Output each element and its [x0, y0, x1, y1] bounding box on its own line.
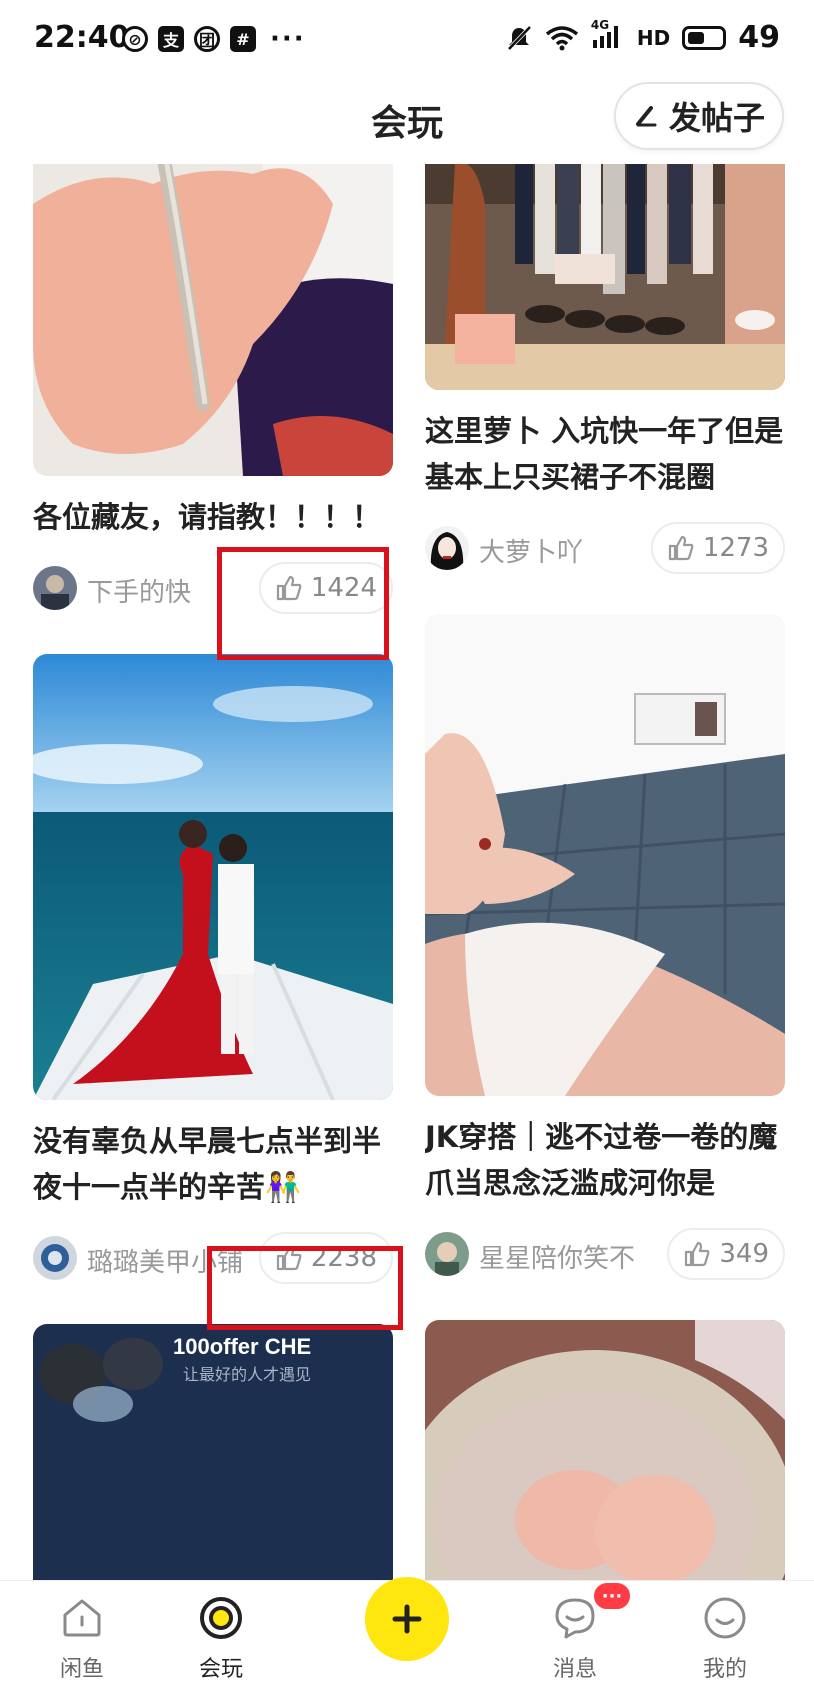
- like-button[interactable]: 1424: [258, 562, 393, 614]
- post-card[interactable]: [425, 1320, 785, 1580]
- bottom-nav: 闲鱼 会玩 消息 ··· 我的: [0, 1577, 814, 1692]
- battery-icon: [682, 25, 727, 50]
- post-footer: 大萝卜吖 1273: [425, 522, 785, 574]
- message-icon: [555, 1598, 595, 1639]
- grid-icon: #: [230, 26, 256, 52]
- post-image-couple-yacht[interactable]: [33, 654, 393, 1100]
- post-image-earbuds[interactable]: 100offer CHE 让最好的人才遇见: [33, 1324, 393, 1580]
- signal-indicator: 4G: [591, 18, 625, 54]
- author-name[interactable]: 大萝卜吖: [479, 532, 583, 569]
- post-footer: 下手的快 1424: [33, 562, 393, 614]
- status-time: 22:40: [34, 20, 130, 55]
- avatar[interactable]: [425, 526, 469, 570]
- thumbs-up-icon: [276, 1245, 302, 1271]
- status-more: ···: [270, 24, 306, 54]
- battery-percent: 49: [738, 20, 780, 55]
- post-card[interactable]: JK穿搭｜逃不过卷一卷的魔爪当思念泛滥成河你是 星星陪你笑不 349: [425, 614, 785, 1280]
- thumbs-up-icon: [685, 1241, 710, 1267]
- post-button[interactable]: 发帖子: [614, 82, 784, 150]
- post-button-label: 发帖子: [668, 99, 765, 137]
- nav-item-play[interactable]: 会玩: [166, 1595, 276, 1683]
- mousepad-brand-text: 100offer CHE: [173, 1334, 311, 1359]
- network-label: 4G: [590, 17, 610, 32]
- do-not-disturb-icon: ⊘: [122, 26, 148, 52]
- like-button[interactable]: 2238: [258, 1232, 393, 1284]
- nav-label: 消息: [552, 1657, 597, 1682]
- group-icon: 团: [194, 26, 220, 52]
- post-title[interactable]: 没有辜负从早晨七点半到半夜十一点半的辛苦👫: [33, 1118, 393, 1210]
- nav-label: 会玩: [198, 1657, 243, 1682]
- author-name[interactable]: 星星陪你笑不: [479, 1238, 635, 1275]
- plus-icon: [392, 1604, 422, 1634]
- status-right: 4G HD 49: [505, 18, 780, 55]
- post-card[interactable]: 没有辜负从早晨七点半到半夜十一点半的辛苦👫 璐璐美甲小铺 2238: [33, 654, 393, 1284]
- nav-item-profile[interactable]: 我的: [670, 1595, 780, 1683]
- status-bar: 22:40 ⊘ 支 团 # ··· 4G HD 49: [0, 0, 814, 80]
- post-image-wardrobe[interactable]: [425, 164, 785, 390]
- avatar[interactable]: [33, 1236, 77, 1280]
- author-name[interactable]: 璐璐美甲小铺: [87, 1242, 243, 1279]
- like-count: 2238: [310, 1243, 377, 1273]
- post-title[interactable]: JK穿搭｜逃不过卷一卷的魔爪当思念泛滥成河你是: [425, 1114, 785, 1206]
- like-count: 1424: [310, 573, 377, 603]
- pay-icon: 支: [158, 26, 184, 52]
- wifi-icon: [545, 25, 578, 50]
- avatar[interactable]: [425, 1232, 469, 1276]
- post-image-stone-bowl[interactable]: [425, 1320, 785, 1580]
- post-title[interactable]: 各位藏友，请指教！！！！: [33, 494, 393, 540]
- author-name[interactable]: 下手的快: [87, 572, 191, 609]
- post-title[interactable]: 这里萝卜 入坑快一年了但是基本上只买裙子不混圈: [425, 408, 785, 500]
- battery-level: [688, 31, 704, 44]
- like-button[interactable]: 1273: [650, 522, 785, 574]
- home-icon: [63, 1599, 101, 1637]
- post-image-hand-fish[interactable]: [33, 164, 393, 476]
- play-icon: [200, 1597, 242, 1639]
- post-feed[interactable]: 各位藏友，请指教！！！！ 下手的快 1424 没有辜负从早晨七点半到半夜十一点半…: [0, 164, 814, 1580]
- like-count: 1273: [702, 533, 769, 563]
- avatar[interactable]: [33, 566, 77, 610]
- post-card[interactable]: 这里萝卜 入坑快一年了但是基本上只买裙子不混圈 大萝卜吖 1273: [425, 164, 785, 574]
- feed-column-right: 这里萝卜 入坑快一年了但是基本上只买裙子不混圈 大萝卜吖 1273 JK穿搭｜逃…: [425, 164, 785, 1580]
- post-footer: 星星陪你笑不 349: [425, 1228, 785, 1280]
- header: 会玩 发帖子: [0, 80, 814, 164]
- pen-icon: [635, 106, 657, 127]
- nav-item-home[interactable]: 闲鱼: [27, 1595, 137, 1683]
- thumbs-up-icon: [668, 535, 694, 561]
- publish-button[interactable]: [365, 1577, 449, 1661]
- hd-label: HD: [636, 25, 671, 50]
- nav-label: 闲鱼: [59, 1657, 104, 1682]
- mousepad-slogan-text: 让最好的人才遇见: [183, 1366, 311, 1384]
- post-card[interactable]: 各位藏友，请指教！！！！ 下手的快 1424: [33, 164, 393, 614]
- like-count: 349: [719, 1239, 769, 1269]
- nav-label: 我的: [702, 1657, 747, 1682]
- mute-icon: [507, 25, 532, 50]
- status-app-icons: ⊘ 支 团 # ···: [122, 24, 306, 54]
- post-image-jk-uniform[interactable]: [425, 614, 785, 1096]
- post-card[interactable]: 100offer CHE 让最好的人才遇见: [33, 1324, 393, 1580]
- feed-column-left: 各位藏友，请指教！！！！ 下手的快 1424 没有辜负从早晨七点半到半夜十一点半…: [33, 164, 393, 1580]
- like-button[interactable]: 349: [667, 1228, 785, 1280]
- post-footer: 璐璐美甲小铺 2238: [33, 1232, 393, 1284]
- thumbs-up-icon: [276, 575, 302, 601]
- message-badge: ···: [592, 1581, 632, 1611]
- profile-icon: [704, 1597, 746, 1639]
